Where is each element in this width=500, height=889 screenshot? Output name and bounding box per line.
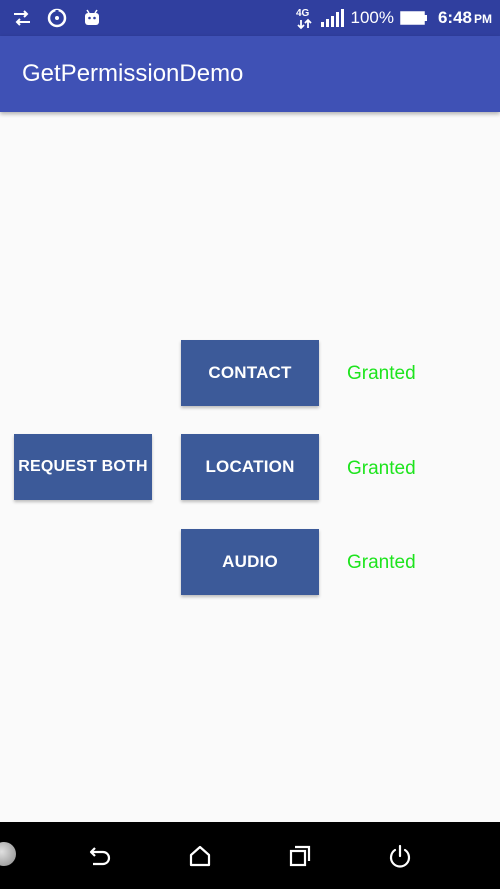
screen: 4G 100% 6:48 PM GetPermissionDemo CONTAC… — [0, 0, 500, 889]
status-right-icons: 4G 100% 6:48 PM — [296, 6, 492, 30]
back-button[interactable] — [82, 838, 118, 874]
audio-status: Granted — [347, 552, 416, 573]
status-left-icons — [12, 6, 102, 30]
recent-apps-icon — [286, 842, 314, 870]
contact-button[interactable]: CONTACT — [181, 340, 319, 406]
android-icon — [82, 8, 102, 28]
signal-icon — [320, 8, 345, 28]
recent-apps-button[interactable] — [282, 838, 318, 874]
network-4g-icon: 4G — [296, 6, 314, 30]
contact-status: Granted — [347, 363, 416, 384]
home-icon — [186, 842, 214, 870]
power-button[interactable] — [382, 838, 418, 874]
data-transfer-icon — [12, 9, 32, 27]
battery-percent: 100% — [350, 8, 394, 27]
location-status: Granted — [347, 458, 416, 479]
audio-button[interactable]: AUDIO — [181, 529, 319, 595]
battery-icon — [400, 10, 428, 26]
svg-text:4G: 4G — [296, 8, 310, 19]
status-bar: 4G 100% 6:48 PM — [0, 0, 500, 36]
navigation-bar — [0, 822, 500, 889]
status-time: 6:48 PM — [437, 8, 492, 27]
sync-icon — [46, 7, 68, 29]
home-button[interactable] — [182, 838, 218, 874]
app-title: GetPermissionDemo — [22, 60, 244, 87]
request-both-button[interactable]: REQUEST BOTH — [14, 434, 152, 500]
app-bar: GetPermissionDemo — [0, 36, 500, 112]
power-icon — [386, 842, 414, 870]
assistive-touch-icon[interactable] — [0, 842, 16, 866]
location-button[interactable]: LOCATION — [181, 434, 319, 500]
back-icon — [86, 842, 114, 870]
